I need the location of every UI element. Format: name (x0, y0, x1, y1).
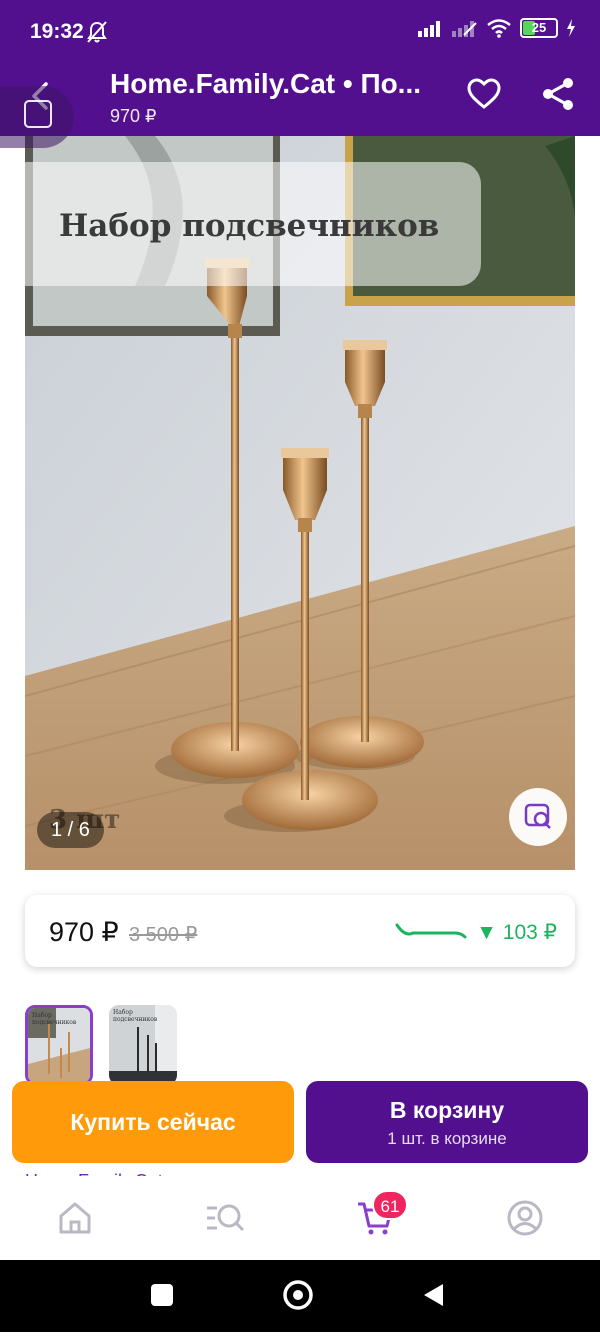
upload-icon (24, 100, 52, 128)
thumbnail-label: Набор подсвечников (113, 1009, 158, 1023)
bell-off-icon (87, 21, 107, 43)
back-nav-icon[interactable] (424, 1284, 443, 1306)
old-price: 3 500 ₽ (129, 924, 198, 946)
bottom-tab-bar (0, 1176, 600, 1260)
buy-now-button[interactable]: Купить сейчас (12, 1081, 294, 1163)
app-header: Home.Family.Cat • По... 970 ₽ (0, 54, 600, 136)
current-price: 970 ₽ (49, 917, 119, 947)
image-overlay-title: Набор подсвечников (59, 208, 439, 244)
profile-icon[interactable] (505, 1198, 545, 1238)
cart-count-badge: 61 (372, 1190, 408, 1220)
wifi-icon (487, 19, 511, 38)
page-title: Home.Family.Cat • По... (110, 68, 422, 99)
signal-icon (418, 21, 440, 37)
signal-weak-icon (452, 21, 477, 37)
price-trend-icon[interactable] (395, 919, 467, 943)
header-price: 970 ₽ (110, 106, 157, 126)
recents-icon[interactable] (151, 1284, 173, 1306)
add-to-cart-button[interactable]: В корзину 1 шт. в корзине (306, 1081, 588, 1163)
price-card: 970 ₽ 3 500 ₽ ▼ 103 ₽ (25, 895, 575, 967)
thumbnail[interactable]: Набор подсвечников (25, 1005, 93, 1085)
seller-link-peek[interactable]: Home.Family.Cat (25, 1168, 225, 1176)
product-image-gallery[interactable]: Набор подсвечников 3 шт 1 / 6 (25, 136, 575, 870)
add-to-cart-label: В корзину (389, 1097, 505, 1123)
product-photo: Набор подсвечников 3 шт (25, 136, 575, 870)
system-nav-buttons (151, 1280, 443, 1310)
catalog-search-icon[interactable] (205, 1198, 245, 1238)
image-search-button[interactable] (509, 788, 567, 846)
cart-quantity-note: 1 шт. в корзине (387, 1129, 507, 1148)
thumbnail-label: Набор подсвечников (32, 1012, 77, 1026)
price-drop[interactable]: ▼ 103 ₽ (476, 920, 557, 945)
charging-icon (567, 19, 575, 37)
status-bar: 19:32 25 (0, 0, 600, 54)
floating-share-button[interactable] (0, 86, 74, 148)
heart-icon[interactable] (466, 76, 502, 112)
status-time: 19:32 (30, 20, 84, 43)
home-icon[interactable] (55, 1198, 95, 1238)
image-counter: 1 / 6 (37, 812, 104, 848)
battery-icon: 25 (520, 18, 558, 38)
image-search-icon (524, 803, 551, 829)
status-indicators: 25 (418, 18, 576, 38)
thumbnail-strip: Набор подсвечников Набор подсвечников (25, 1005, 177, 1085)
share-icon[interactable] (540, 76, 576, 112)
system-nav-bar (0, 1260, 600, 1332)
thumbnail[interactable]: Набор подсвечников (109, 1005, 177, 1085)
